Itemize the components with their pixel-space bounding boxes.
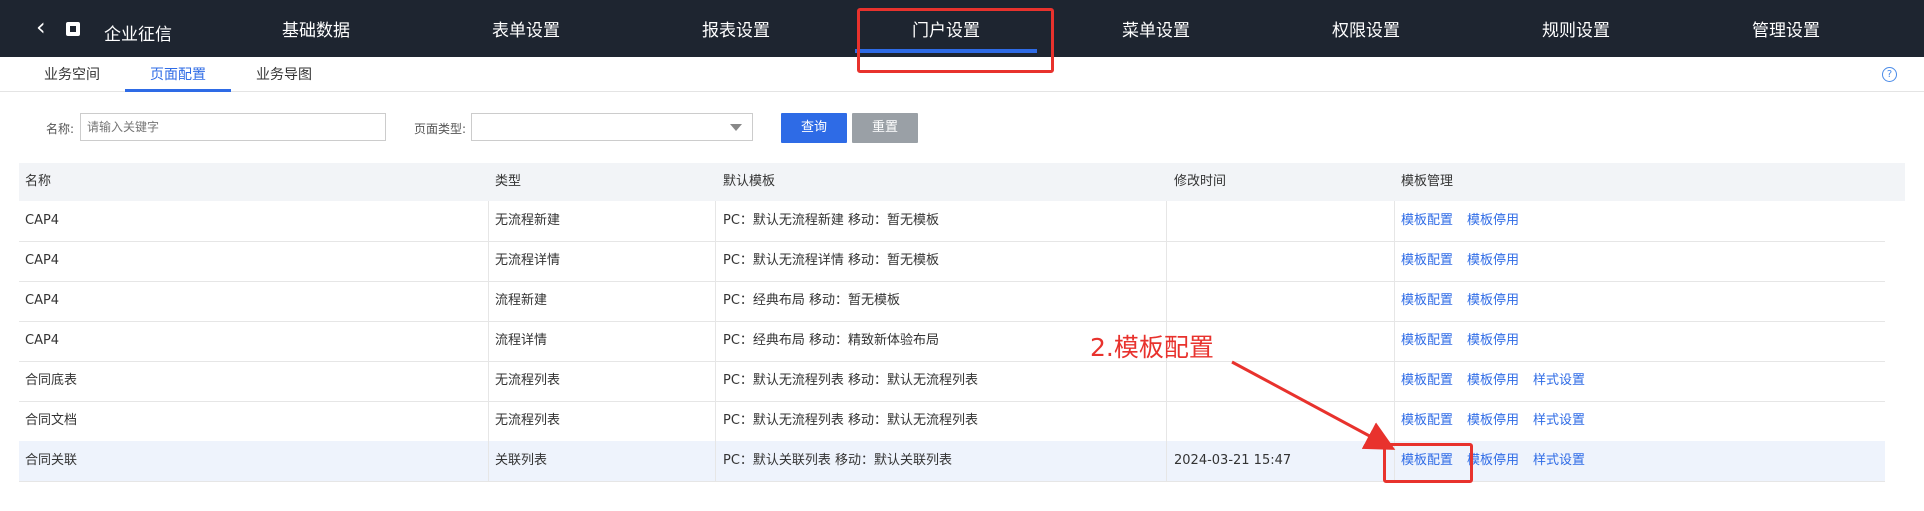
cell-type: 无流程新建: [495, 213, 561, 228]
cell-name: CAP4: [25, 333, 60, 348]
table-row: 合同文档 无流程列表 PC：默认无流程列表 移动：默认无流程列表 模板配置 模板…: [19, 401, 1885, 442]
nav-tab-basic-data[interactable]: 基础数据: [211, 0, 421, 57]
cell-modified-time: 2024-03-21 15:47: [1174, 453, 1292, 468]
cell-type: 流程详情: [495, 333, 548, 348]
sub-navigation: 业务空间 页面配置 业务导图: [0, 57, 1924, 92]
column-header-template-management: 模板管理: [1401, 174, 1454, 189]
cell-name: 合同关联: [25, 453, 78, 468]
template-config-link[interactable]: 模板配置: [1401, 321, 1453, 361]
cell-template: PC：默认无流程详情 移动：暂无模板: [723, 253, 940, 268]
name-filter-label: 名称:: [46, 122, 75, 136]
table-row: CAP4 无流程新建 PC：默认无流程新建 移动：暂无模板 模板配置 模板停用: [19, 201, 1885, 242]
template-disable-link[interactable]: 模板停用: [1467, 201, 1519, 241]
subtab-page-config[interactable]: 页面配置: [125, 57, 231, 92]
template-config-link[interactable]: 模板配置: [1401, 281, 1453, 321]
template-disable-link[interactable]: 模板停用: [1467, 321, 1519, 361]
table-row: CAP4 流程新建 PC：经典布局 移动：暂无模板 模板配置 模板停用: [19, 281, 1885, 322]
cell-template: PC：默认无流程新建 移动：暂无模板: [723, 213, 940, 228]
template-disable-link[interactable]: 模板停用: [1467, 441, 1519, 481]
cell-template: PC：经典布局 移动：精致新体验布局: [723, 333, 940, 348]
subtab-business-space[interactable]: 业务空间: [36, 57, 108, 91]
query-button[interactable]: 查询: [781, 113, 847, 143]
nav-tab-management-settings[interactable]: 管理设置: [1681, 0, 1891, 57]
table-row: CAP4 无流程详情 PC：默认无流程详情 移动：暂无模板 模板配置 模板停用: [19, 241, 1885, 282]
template-disable-link[interactable]: 模板停用: [1467, 361, 1519, 401]
style-settings-link[interactable]: 样式设置: [1533, 401, 1585, 441]
template-disable-link[interactable]: 模板停用: [1467, 281, 1519, 321]
table-row: 合同底表 无流程列表 PC：默认无流程列表 移动：默认无流程列表 模板配置 模板…: [19, 361, 1885, 402]
annotation-label: 2.模板配置: [1090, 333, 1214, 362]
highlight-box-template-config: [1383, 443, 1473, 483]
column-header-template: 默认模板: [723, 174, 776, 189]
cell-template: PC：默认无流程列表 移动：默认无流程列表: [723, 413, 979, 428]
help-icon[interactable]: ?: [1882, 67, 1897, 82]
app-title: 企业征信: [104, 25, 172, 45]
cell-name: CAP4: [25, 293, 60, 308]
cell-type: 流程新建: [495, 293, 548, 308]
template-config-link[interactable]: 模板配置: [1401, 201, 1453, 241]
template-config-link[interactable]: 模板配置: [1401, 241, 1453, 281]
chevron-down-icon: [730, 124, 742, 131]
nav-tab-report-settings[interactable]: 报表设置: [631, 0, 841, 57]
app-logo-icon: [66, 22, 80, 36]
cell-type: 无流程列表: [495, 413, 561, 428]
column-header-modified-time: 修改时间: [1174, 174, 1227, 189]
name-search-input[interactable]: [80, 113, 386, 141]
back-arrow-icon[interactable]: ‹: [36, 15, 58, 39]
page-type-label: 页面类型:: [414, 122, 467, 136]
nav-tab-menu-settings[interactable]: 菜单设置: [1051, 0, 1261, 57]
subtab-business-map[interactable]: 业务导图: [248, 57, 320, 91]
nav-tab-rule-settings[interactable]: 规则设置: [1471, 0, 1681, 57]
column-header-name: 名称: [25, 174, 52, 189]
reset-button[interactable]: 重置: [852, 113, 918, 143]
template-disable-link[interactable]: 模板停用: [1467, 401, 1519, 441]
cell-name: CAP4: [25, 213, 60, 228]
cell-type: 无流程详情: [495, 253, 561, 268]
nav-tab-permission-settings[interactable]: 权限设置: [1261, 0, 1471, 57]
template-config-link[interactable]: 模板配置: [1401, 401, 1453, 441]
style-settings-link[interactable]: 样式设置: [1533, 361, 1585, 401]
cell-name: CAP4: [25, 253, 60, 268]
cell-template: PC：默认无流程列表 移动：默认无流程列表: [723, 373, 979, 388]
cell-name: 合同底表: [25, 373, 78, 388]
nav-tab-form-settings[interactable]: 表单设置: [421, 0, 631, 57]
template-disable-link[interactable]: 模板停用: [1467, 241, 1519, 281]
table-header: 名称 类型 默认模板 修改时间 模板管理: [19, 163, 1905, 201]
table-row-highlighted: 合同关联 关联列表 PC：默认关联列表 移动：默认关联列表 2024-03-21…: [19, 441, 1885, 482]
template-config-link[interactable]: 模板配置: [1401, 361, 1453, 401]
cell-name: 合同文档: [25, 413, 78, 428]
cell-type: 关联列表: [495, 453, 548, 468]
column-header-type: 类型: [495, 174, 522, 189]
cell-template: PC：经典布局 移动：暂无模板: [723, 293, 901, 308]
page-type-select[interactable]: [471, 113, 753, 141]
cell-template: PC：默认关联列表 移动：默认关联列表: [723, 453, 953, 468]
table-row: CAP4 流程详情 PC：经典布局 移动：精致新体验布局 模板配置 模板停用: [19, 321, 1885, 362]
cell-type: 无流程列表: [495, 373, 561, 388]
style-settings-link[interactable]: 样式设置: [1533, 441, 1585, 481]
